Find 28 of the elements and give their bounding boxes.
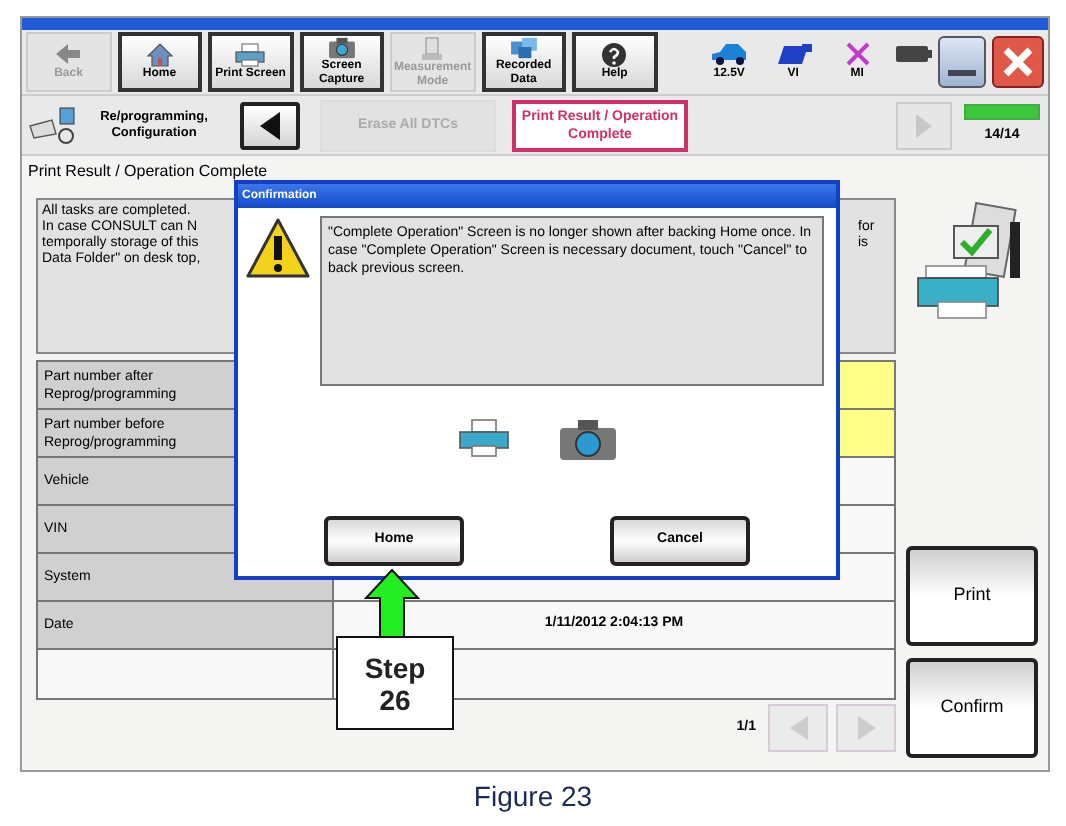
- progress-bar: [964, 103, 1040, 120]
- left-triangle-icon: [789, 716, 807, 740]
- warning-icon: [246, 216, 310, 280]
- back-step-button[interactable]: [240, 101, 300, 149]
- folders-icon: [507, 36, 540, 60]
- page-title: Print Result / Operation Complete: [28, 159, 268, 183]
- car-icon: [709, 41, 750, 65]
- reprogramming-icon: [28, 105, 80, 145]
- camera-icon: [557, 418, 617, 462]
- printer-icon: [234, 42, 267, 68]
- battery-icon: [895, 46, 932, 62]
- right-triangle-icon: [916, 113, 932, 137]
- house-icon: [143, 42, 176, 68]
- right-triangle-icon: [857, 716, 875, 740]
- minimize-button[interactable]: [937, 36, 987, 88]
- device-icon: [773, 41, 814, 65]
- close-icon: [1002, 46, 1035, 78]
- pointer-arrow: [364, 568, 420, 638]
- left-triangle-icon: [260, 111, 280, 139]
- action-button[interactable]: Print: [906, 546, 1038, 646]
- camera-icon: [325, 36, 358, 60]
- action-button[interactable]: Confirm: [906, 658, 1038, 758]
- figure-caption: Figure 23: [471, 778, 595, 816]
- back-arrow-icon: [52, 42, 85, 68]
- help-icon: [598, 42, 631, 68]
- printer-icon: [457, 418, 509, 458]
- step-callout: Step 26: [336, 636, 454, 730]
- close-button[interactable]: [992, 36, 1044, 88]
